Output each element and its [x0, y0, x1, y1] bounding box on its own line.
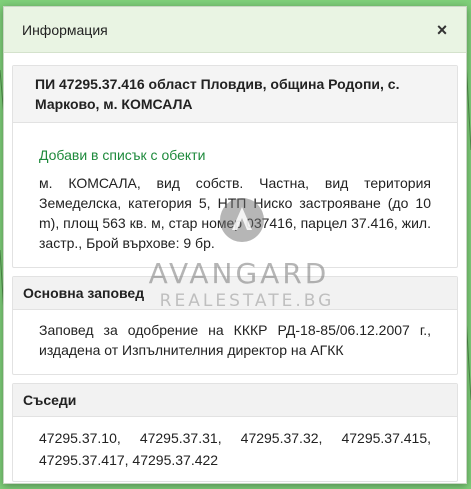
neighbor-link[interactable]: 47295.37.417 — [39, 452, 125, 468]
order-text: Заповед за одобрение на КККР РД-18-85/06… — [39, 322, 431, 358]
parcel-heading: ПИ 47295.37.416 област Пловдив, община Р… — [13, 66, 457, 123]
order-heading: Основна заповед — [13, 277, 457, 310]
neighbor-link[interactable]: 47295.37.422 — [132, 452, 218, 468]
dialog-title: Информация — [22, 21, 108, 38]
parcel-content: Добави в списък с обекти м. КОМСАЛА, вид… — [13, 123, 457, 267]
neighbor-link[interactable]: 47295.37.10 — [39, 430, 117, 446]
add-to-list-link[interactable]: Добави в списък с обекти — [39, 133, 431, 173]
order-content: Заповед за одобрение на КККР РД-18-85/06… — [13, 310, 457, 374]
dialog-header: Информация × — [4, 7, 466, 53]
neighbors-section: Съседи 47295.37.10, 47295.37.31, 47295.3… — [12, 383, 458, 482]
info-dialog: Информация × ПИ 47295.37.416 област Плов… — [3, 6, 467, 484]
close-icon: × — [436, 19, 448, 40]
dialog-body: ПИ 47295.37.416 област Пловдив, община Р… — [4, 53, 466, 482]
order-section: Основна заповед Заповед за одобрение на … — [12, 276, 458, 375]
parcel-description: м. КОМСАЛА, вид собств. Частна, вид тери… — [39, 175, 431, 251]
neighbor-link[interactable]: 47295.37.415 — [341, 430, 427, 446]
parcel-section: ПИ 47295.37.416 област Пловдив, община Р… — [12, 65, 458, 268]
neighbor-link[interactable]: 47295.37.32 — [241, 430, 319, 446]
neighbor-link[interactable]: 47295.37.31 — [140, 430, 218, 446]
close-button[interactable]: × — [432, 20, 452, 40]
neighbors-list: 47295.37.10, 47295.37.31, 47295.37.32, 4… — [39, 430, 432, 468]
neighbors-heading: Съседи — [13, 384, 457, 417]
